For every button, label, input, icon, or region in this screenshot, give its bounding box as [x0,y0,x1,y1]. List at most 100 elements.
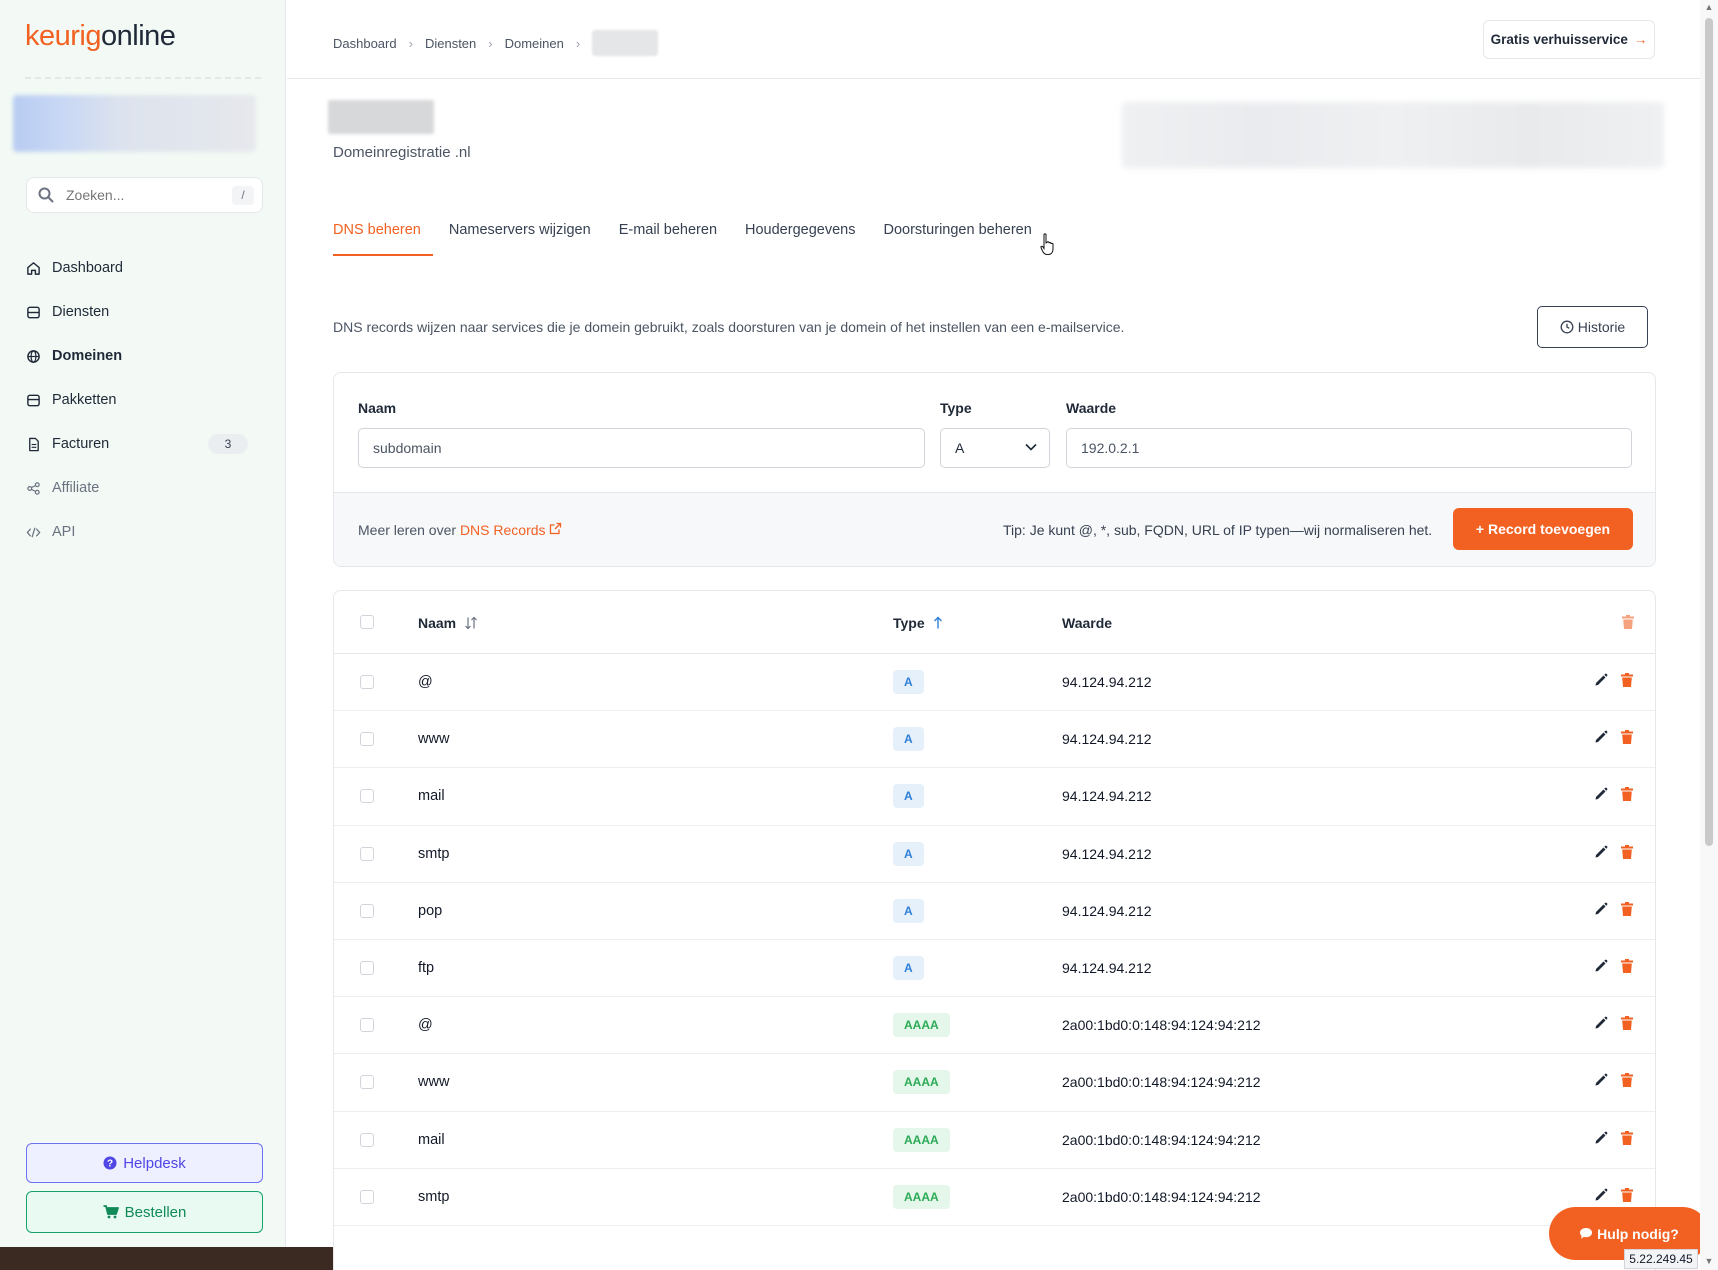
edit-record-button[interactable] [1594,902,1608,919]
delete-record-button[interactable] [1621,959,1633,976]
learn-more: Meer leren over DNS Records [358,522,562,538]
row-checkbox[interactable] [360,1189,374,1204]
record-value: 2a00:1bd0:0:148:94:124:94:212 [1062,1131,1261,1148]
trash-icon [1621,673,1633,687]
record-value: 94.124.94.212 [1062,731,1152,748]
sidebar-item-label: Dashboard [52,260,123,276]
delete-record-button[interactable] [1621,1073,1633,1090]
sidebar-item-domeinen[interactable]: Domeinen [26,334,252,378]
tab-nameservers[interactable]: Nameservers wijzigen [449,222,591,256]
column-name-label: Naam [418,615,457,631]
row-checkbox[interactable] [360,1132,374,1147]
delete-record-button[interactable] [1621,1130,1633,1148]
sidebar-item-pakketten[interactable]: Pakketten [26,378,252,422]
row-checkbox[interactable] [360,732,374,747]
edit-record-button[interactable] [1594,959,1608,976]
sidebar-item-api[interactable]: API [26,510,252,554]
dns-info-text: DNS records wijzen naar services die je … [333,319,1125,335]
chevron-right-icon: › [408,35,413,51]
sidebar-item-facturen[interactable]: Facturen 3 [26,422,252,466]
column-header-value: Waarde [1062,615,1112,631]
record-name: www [418,1074,450,1091]
bulk-delete-icon[interactable] [1622,615,1634,629]
scroll-down-arrow-icon[interactable]: ▼ [1704,1256,1714,1266]
edit-record-button[interactable] [1594,1131,1608,1148]
row-checkbox[interactable] [360,675,374,689]
column-header-type[interactable]: Type [893,615,943,631]
search-input[interactable] [66,187,216,203]
breadcrumb-item[interactable]: Diensten [425,36,476,51]
dns-records-link[interactable]: DNS Records [460,522,562,538]
dns-records-link-label: DNS Records [459,522,546,538]
sidebar-nav: Dashboard Diensten Domeinen Pakketten Fa… [26,246,252,554]
sidebar-item-affiliate[interactable]: Affiliate [26,466,252,510]
tab-holder[interactable]: Houdergegevens [745,222,855,256]
pencil-icon [1595,1016,1608,1029]
row-checkbox[interactable] [360,846,374,861]
logo-text-part1: keurig [25,20,102,52]
breadcrumb-item[interactable]: Dashboard [333,36,397,51]
value-input[interactable]: 192.0.2.1 [1066,428,1632,468]
move-service-button[interactable]: Gratis verhuisservice → [1483,20,1655,59]
sidebar-item-diensten[interactable]: Diensten [26,290,252,334]
column-header-name[interactable]: Naam [418,615,478,631]
edit-record-button[interactable] [1594,787,1608,804]
breadcrumb: Dashboard › Diensten › Domeinen › [333,30,659,56]
cart-icon [103,1205,119,1219]
row-checkbox[interactable] [360,1018,374,1033]
row-checkbox[interactable] [360,789,374,804]
logo[interactable]: keurigonline [25,20,176,53]
globe-icon [27,349,40,363]
add-record-button[interactable]: + Record toevoegen [1453,508,1633,550]
sidebar-item-dashboard[interactable]: Dashboard [26,246,252,290]
name-input[interactable]: subdomain [358,428,925,468]
domain-name-redacted [328,100,434,134]
edit-record-button[interactable] [1594,730,1608,747]
helpdesk-button[interactable]: ? Helpdesk [26,1143,263,1183]
trash-icon [1621,1073,1633,1088]
edit-record-button[interactable] [1594,1073,1608,1090]
record-name: ftp [418,960,435,976]
share-icon [27,481,40,495]
edit-record-button[interactable] [1594,845,1608,862]
edit-record-button[interactable] [1594,1016,1608,1033]
tab-email[interactable]: E-mail beheren [619,222,717,256]
domain-subtitle: Domeinregistratie .nl [333,144,471,161]
edit-record-button[interactable] [1594,1188,1608,1205]
table-row: smtp AAAA 2a00:1bd0:0:148:94:124:94:212 [334,1169,1655,1226]
delete-record-button[interactable] [1621,1187,1633,1205]
record-value: 94.124.94.212 [1062,674,1152,690]
sidebar-item-label: API [52,524,76,540]
account-switcher[interactable] [13,95,256,152]
row-checkbox[interactable] [360,1075,374,1090]
table-row: pop A 94.124.94.212 [334,883,1655,940]
trash-icon [1621,959,1633,973]
delete-record-button[interactable] [1621,673,1633,690]
breadcrumb-item[interactable]: Domeinen [505,36,564,51]
order-button[interactable]: Bestellen [26,1191,263,1233]
taskbar-strip [0,1247,350,1270]
tab-forwarding[interactable]: Doorsturingen beheren [883,222,1031,256]
search-icon [38,187,54,203]
delete-record-button[interactable] [1621,730,1633,747]
tab-dns[interactable]: DNS beheren [333,222,433,256]
select-all-checkbox[interactable] [360,615,374,629]
delete-record-button[interactable] [1621,901,1633,919]
clock-icon [1560,320,1574,334]
row-checkbox[interactable] [360,961,374,975]
scrollbar-thumb[interactable] [1705,18,1713,846]
record-type-badge: A [893,898,924,923]
record-value: 2a00:1bd0:0:148:94:124:94:212 [1062,1188,1261,1205]
history-button[interactable]: Historie [1537,306,1648,348]
delete-record-button[interactable] [1621,844,1633,862]
search-box[interactable]: / [26,177,263,213]
row-checkbox[interactable] [360,903,374,918]
delete-record-button[interactable] [1621,1016,1633,1033]
edit-record-button[interactable] [1594,673,1608,690]
trash-icon [1621,1187,1633,1202]
table-row: smtp A 94.124.94.212 [334,826,1655,883]
delete-record-button[interactable] [1621,787,1633,804]
record-value: 94.124.94.212 [1062,902,1152,919]
type-select[interactable]: A [940,428,1050,468]
scroll-up-arrow-icon[interactable]: ▲ [1704,2,1714,12]
